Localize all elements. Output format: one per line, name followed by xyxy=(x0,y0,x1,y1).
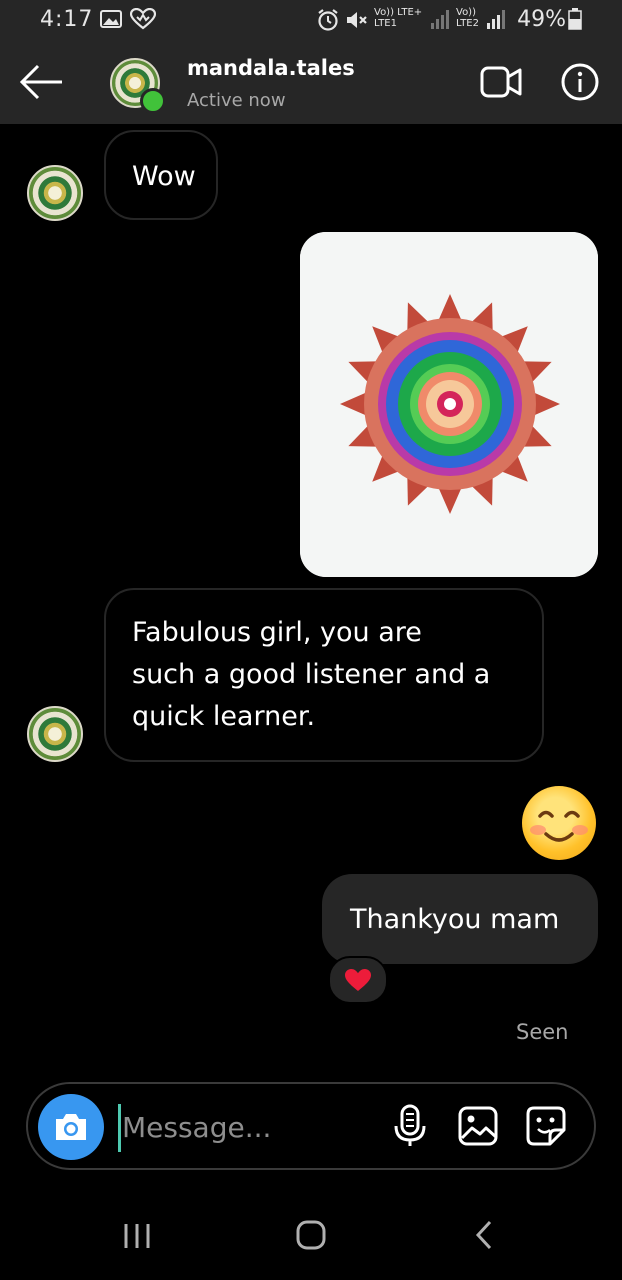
heart-reaction[interactable] xyxy=(328,956,388,1004)
online-indicator xyxy=(140,88,166,114)
active-status: Active now xyxy=(187,90,286,111)
battery-icon xyxy=(568,8,582,30)
sender-avatar[interactable] xyxy=(27,165,83,221)
mandala-photo xyxy=(300,232,598,577)
mute-icon xyxy=(347,12,367,28)
arrow-left-icon[interactable] xyxy=(18,62,64,102)
message-line: such a good listener and a xyxy=(132,659,491,690)
system-nav-bar xyxy=(0,1190,622,1280)
heart-icon xyxy=(345,969,371,991)
message-line: quick learner. xyxy=(132,701,316,732)
battery-percent: 49% xyxy=(517,7,566,32)
message-text: Wow xyxy=(132,161,196,192)
message-bubble-incoming[interactable]: Wow xyxy=(104,130,218,220)
shared-photo[interactable] xyxy=(300,232,598,577)
sender-avatar[interactable] xyxy=(27,706,83,762)
message-bubble-outgoing[interactable]: Thankyou mam xyxy=(322,874,598,964)
video-call-icon[interactable] xyxy=(480,64,522,100)
message-composer xyxy=(26,1082,596,1170)
message-text: Thankyou mam xyxy=(350,904,560,935)
message-bubble-incoming[interactable]: Fabulous girl, you are such a good liste… xyxy=(104,588,544,762)
back-chevron-icon[interactable] xyxy=(460,1210,510,1260)
seen-label: Seen xyxy=(516,1020,569,1044)
smiling-emoji[interactable] xyxy=(522,786,596,860)
gallery-icon xyxy=(100,10,122,28)
sim2-sub: LTE2 xyxy=(456,18,479,29)
status-bar: 4:17 Vo)) LTE+ LTE1 Vo)) LTE2 49% xyxy=(0,0,622,42)
home-icon[interactable] xyxy=(286,1210,336,1260)
camera-icon xyxy=(56,1114,86,1140)
smile-face-icon xyxy=(530,810,588,842)
signal-icon xyxy=(431,10,449,29)
camera-button[interactable] xyxy=(38,1094,104,1160)
info-icon[interactable] xyxy=(560,62,600,102)
message-input[interactable] xyxy=(120,1098,374,1156)
microphone-icon[interactable] xyxy=(388,1104,432,1148)
chat-username[interactable]: mandala.tales xyxy=(187,56,355,80)
status-time: 4:17 xyxy=(40,7,94,32)
image-icon[interactable] xyxy=(456,1104,500,1148)
sim1-label: Vo)) LTE+ xyxy=(374,7,423,18)
heart-notification-icon xyxy=(130,8,156,30)
recents-icon[interactable] xyxy=(112,1210,162,1260)
message-line: Fabulous girl, you are xyxy=(132,617,422,648)
sticker-icon[interactable] xyxy=(524,1104,568,1148)
sim1-sub: LTE1 xyxy=(374,18,397,29)
signal-icon xyxy=(487,10,505,29)
alarm-icon xyxy=(318,9,338,31)
chat-header: mandala.tales Active now xyxy=(0,42,622,124)
sim2-label: Vo)) xyxy=(456,7,476,18)
